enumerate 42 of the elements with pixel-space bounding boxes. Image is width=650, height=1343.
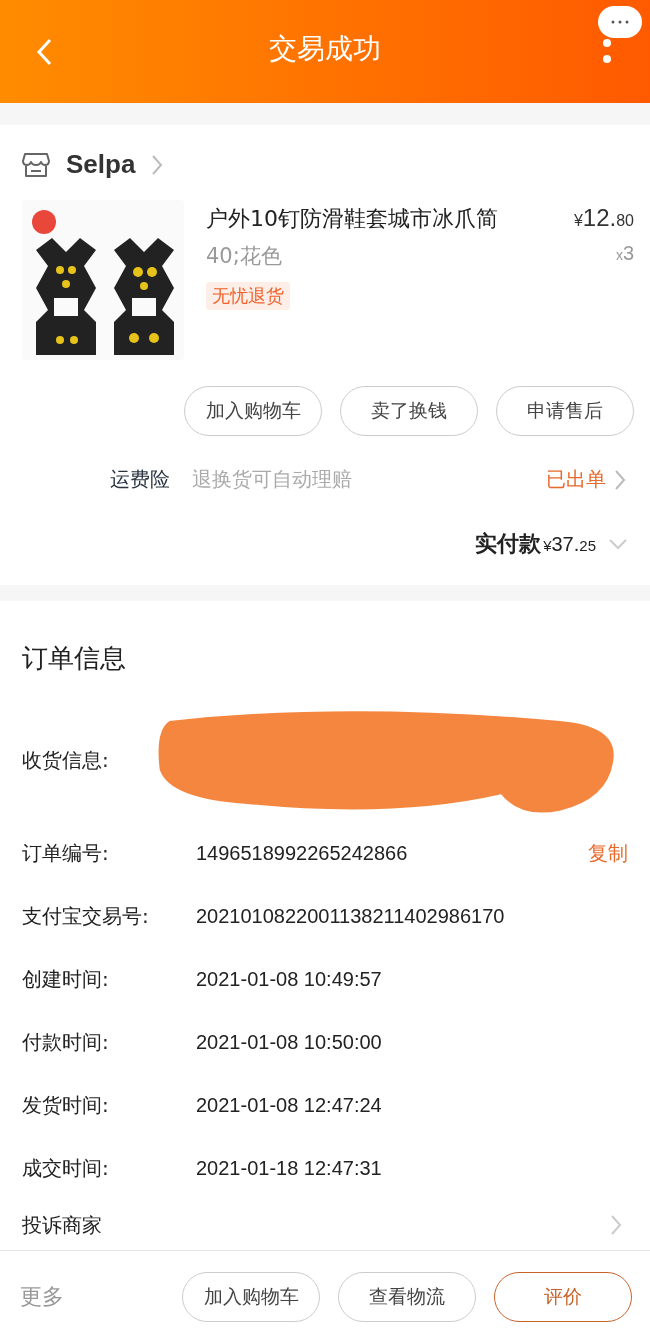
total-amount: ¥37.25	[543, 532, 596, 556]
shop-name[interactable]: Selpa	[66, 149, 136, 180]
field-label: 付款时间:	[22, 1029, 110, 1056]
field-label: 订单编号:	[22, 840, 110, 867]
chevron-icon	[151, 153, 164, 176]
product-title[interactable]: 户外10钉防滑鞋套城市冰爪简	[206, 204, 498, 234]
action-button[interactable]: 加入购物车	[184, 386, 322, 436]
return-tag: 无忧退货	[206, 282, 290, 310]
total-label: 实付款	[475, 530, 542, 558]
expand-icon	[608, 538, 628, 550]
field-label: 支付宝交易号:	[22, 903, 150, 930]
field-value: 1496518992265242866	[196, 842, 409, 865]
product-price: ¥12.80	[573, 204, 634, 232]
page-title: 交易成功	[268, 31, 382, 67]
action-button[interactable]: 加入购物车	[182, 1272, 320, 1322]
chevron-icon	[610, 1214, 622, 1236]
complaint-label: 投诉商家	[22, 1211, 102, 1239]
field-value: 2021-01-08 12:47:24	[196, 1094, 383, 1117]
more-menu-button[interactable]	[598, 6, 642, 38]
product-sku: 40;花色	[206, 243, 282, 270]
insurance-label: 运费险	[110, 466, 170, 493]
field-label: 成交时间:	[22, 1155, 110, 1182]
field-value: 2021-01-18 12:47:31	[196, 1157, 383, 1180]
shop-icon	[22, 151, 50, 178]
section-title: 订单信息	[22, 642, 127, 675]
chevron-icon	[614, 468, 626, 491]
insurance-description: 退换货可自动理赔	[192, 466, 353, 493]
action-button[interactable]: 查看物流	[338, 1272, 476, 1322]
field-value: 2021010822001138211402986170	[196, 905, 506, 928]
back-icon	[36, 37, 52, 66]
quantity: x3	[615, 242, 634, 266]
field-value: 2021-01-08 10:49:57	[196, 968, 383, 991]
complaint-row[interactable]: 投诉商家	[22, 1200, 628, 1250]
more-icon	[602, 38, 612, 64]
action-button[interactable]: 评价	[494, 1272, 632, 1322]
ellipsis-icon	[610, 19, 630, 25]
field-label: 创建时间:	[22, 966, 110, 993]
action-button[interactable]: 卖了换钱	[340, 386, 478, 436]
action-button[interactable]: 申请售后	[496, 386, 634, 436]
field-value: 2021-01-08 10:50:00	[196, 1031, 383, 1054]
field-label: 收货信息:	[22, 746, 110, 774]
field-label: 发货时间:	[22, 1092, 110, 1119]
